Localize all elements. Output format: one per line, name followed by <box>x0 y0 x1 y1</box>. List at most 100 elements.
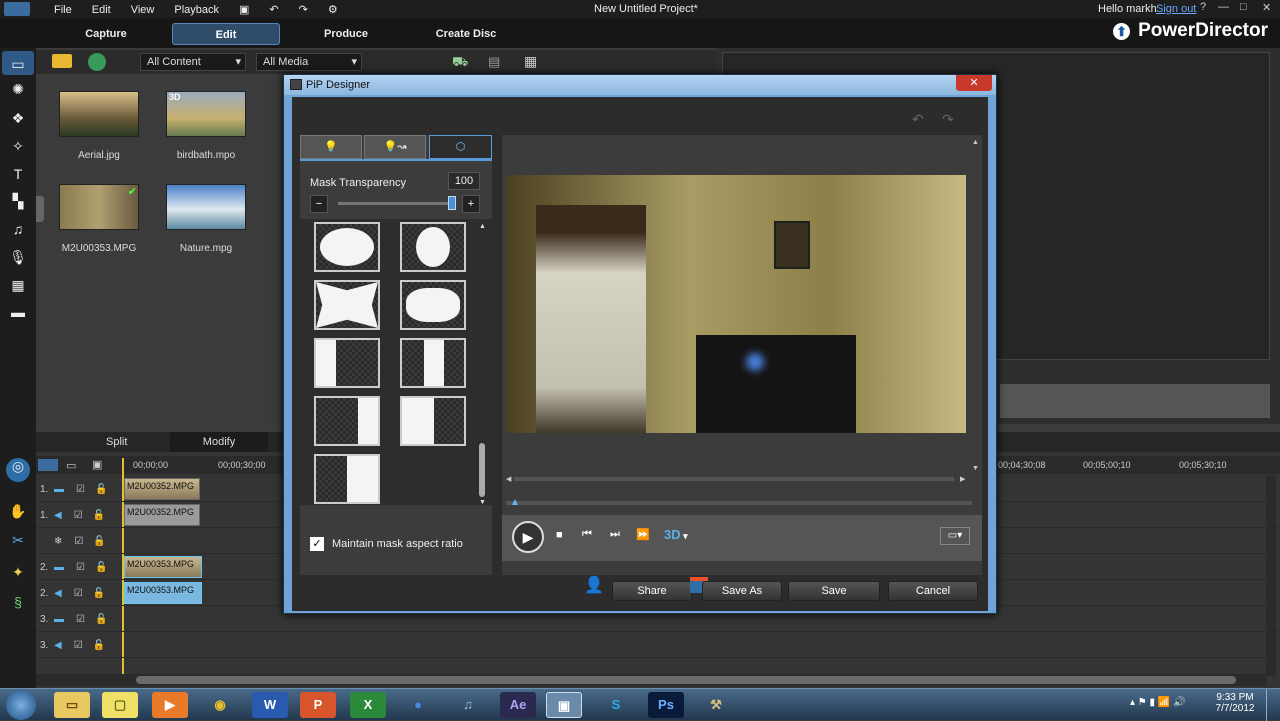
chapter-room-icon[interactable]: ▦ <box>8 277 28 293</box>
play-button[interactable]: ▶ <box>512 521 544 553</box>
transition-room-icon[interactable]: ▚ <box>8 193 28 209</box>
maximize-icon[interactable]: □ <box>1240 1 1247 13</box>
mask-ellipse-wide[interactable] <box>314 222 380 272</box>
chrome-taskbar-icon[interactable]: ◉ <box>202 692 238 718</box>
cancel-button[interactable]: Cancel <box>888 581 978 601</box>
tab-motion[interactable]: 💡↝ <box>364 135 426 159</box>
explorer-taskbar-icon[interactable]: ▭ <box>54 692 90 718</box>
scrollbar-thumb[interactable] <box>136 676 1236 684</box>
menu-view[interactable]: View <box>131 4 155 16</box>
subtitle-room-icon[interactable]: ▬ <box>8 304 28 320</box>
3d-mode-button[interactable]: 3D ▾ <box>664 527 688 542</box>
mask-ellipse-tall[interactable] <box>400 222 466 272</box>
start-button[interactable] <box>6 690 36 720</box>
redo-icon[interactable]: ↷ <box>299 3 308 16</box>
save-as-button[interactable]: Save As <box>702 581 782 601</box>
word-taskbar-icon[interactable]: W <box>252 692 288 718</box>
scroll-left-icon[interactable]: ◀ <box>506 475 511 483</box>
tab-create-disc[interactable]: Create Disc <box>426 23 506 45</box>
tab-produce[interactable]: Produce <box>306 23 386 45</box>
seek-thumb[interactable]: ▲ <box>510 497 520 508</box>
plugins-icon[interactable]: ⛟ <box>452 54 468 72</box>
signout-link[interactable]: Sign out <box>1156 3 1196 15</box>
timeline-clip-audio[interactable]: M2U00352.MPG <box>124 504 200 526</box>
media-thumbnail-birdbath[interactable]: 3D <box>166 91 246 137</box>
timeline-scrollbar[interactable] <box>36 674 1266 686</box>
display-mode-dropdown[interactable]: ▭▾ <box>940 527 970 545</box>
timeline-clip-video-selected[interactable]: M2U00353.MPG <box>124 556 202 578</box>
library-collapse-handle[interactable] <box>36 196 44 222</box>
lock-icon[interactable]: 🔓 <box>93 588 105 599</box>
minimize-icon[interactable]: — <box>1218 1 1229 13</box>
mask-grid-scrollbar[interactable]: ▲ ▼ <box>478 223 486 506</box>
voiceover-room-icon[interactable]: 🎙 <box>8 249 28 265</box>
menu-playback[interactable]: Playback <box>174 4 219 16</box>
settings-icon[interactable]: ⚙ <box>328 3 338 16</box>
powerpoint-taskbar-icon[interactable]: P <box>300 692 336 718</box>
hand-tool-icon[interactable]: ✋ <box>8 503 28 519</box>
track-manager-icon[interactable] <box>38 459 58 471</box>
seek-bar[interactable] <box>506 501 972 505</box>
transparency-slider-track[interactable] <box>338 202 456 205</box>
enable-checkbox[interactable]: ☑ <box>74 510 83 521</box>
media-player-taskbar-icon[interactable]: ▶ <box>152 692 188 718</box>
grid-view-icon[interactable]: ▦ <box>524 53 537 70</box>
tray-icons[interactable]: ▴ ⚑ ▮ 📶 🔊 <box>1130 697 1186 708</box>
mask-right-bar[interactable] <box>314 396 380 446</box>
timeline-clip-video[interactable]: M2U00352.MPG <box>124 478 200 500</box>
menu-file[interactable]: File <box>54 4 72 16</box>
lock-icon[interactable]: 🔓 <box>95 484 107 495</box>
stop-button[interactable]: ■ <box>556 529 563 541</box>
mask-cloud[interactable] <box>400 280 466 330</box>
enable-checkbox[interactable]: ☑ <box>76 562 85 573</box>
lock-icon[interactable]: 🔓 <box>93 536 105 547</box>
pip-room-icon[interactable]: ❖ <box>8 110 28 126</box>
save-icon[interactable]: ▣ <box>239 3 249 16</box>
photoshop-taskbar-icon[interactable]: Ps <box>648 692 684 718</box>
title-room-icon[interactable]: T <box>8 166 28 182</box>
lock-icon[interactable]: 🔓 <box>95 562 107 573</box>
magic-tools-icon[interactable]: ◎ <box>6 458 30 482</box>
skype-taskbar-icon[interactable]: S <box>598 692 634 718</box>
fast-forward-button[interactable]: ⏩ <box>636 528 650 541</box>
modify-button[interactable]: Modify <box>170 432 268 452</box>
import-folder-icon[interactable] <box>52 54 72 68</box>
app-taskbar-icon[interactable]: ⚒ <box>698 692 734 718</box>
show-desktop-button[interactable] <box>1266 689 1280 721</box>
mask-left-wide[interactable] <box>400 396 466 446</box>
add-track-icon[interactable]: ▣ <box>92 458 102 471</box>
mask-concave[interactable] <box>314 280 380 330</box>
preview-hscroll[interactable] <box>514 477 954 481</box>
magic-wand-icon[interactable]: ✦ <box>8 564 28 580</box>
increase-button[interactable]: + <box>462 195 480 213</box>
enable-checkbox[interactable]: ☑ <box>76 614 85 625</box>
undo-icon[interactable]: ↶ <box>269 3 278 16</box>
save-button[interactable]: Save <box>788 581 880 601</box>
media-filter-dropdown[interactable]: All Media ▾ <box>256 53 362 71</box>
lock-icon[interactable]: 🔓 <box>93 510 105 521</box>
tab-capture[interactable]: Capture <box>66 23 146 45</box>
scroll-down-icon[interactable]: ▼ <box>972 465 979 472</box>
mask-left-bar[interactable] <box>314 338 380 388</box>
particle-room-icon[interactable]: ✧ <box>8 138 28 154</box>
effect-room-icon[interactable]: ✺ <box>8 81 28 97</box>
previous-frame-button[interactable]: ⏮ <box>582 528 592 541</box>
audio-tool-icon[interactable]: § <box>8 594 28 610</box>
clock[interactable]: 9:33 PM 7/7/2012 <box>1210 692 1260 714</box>
scroll-right-icon[interactable]: ▶ <box>960 475 965 483</box>
media-thumbnail-m2u00353[interactable]: ✔ <box>59 184 139 230</box>
fit-view-icon[interactable]: ▭ <box>66 459 76 472</box>
split-button[interactable]: Split <box>106 436 127 448</box>
powerdirector-taskbar-icon[interactable]: ▣ <box>546 692 582 718</box>
firefox-taskbar-icon[interactable]: ● <box>400 692 436 718</box>
scroll-up-icon[interactable]: ▲ <box>479 223 486 230</box>
after-effects-taskbar-icon[interactable]: Ae <box>500 692 536 718</box>
enable-checkbox[interactable]: ☑ <box>74 640 83 651</box>
menu-edit[interactable]: Edit <box>92 4 111 16</box>
sticky-notes-taskbar-icon[interactable]: ▢ <box>102 692 138 718</box>
dialog-close-button[interactable]: ✕ <box>956 75 992 91</box>
help-icon[interactable]: ? <box>1200 1 1206 13</box>
tab-properties[interactable]: 💡 <box>300 135 362 159</box>
timeline-vscroll[interactable] <box>1266 476 1276 676</box>
excel-taskbar-icon[interactable]: X <box>350 692 386 718</box>
